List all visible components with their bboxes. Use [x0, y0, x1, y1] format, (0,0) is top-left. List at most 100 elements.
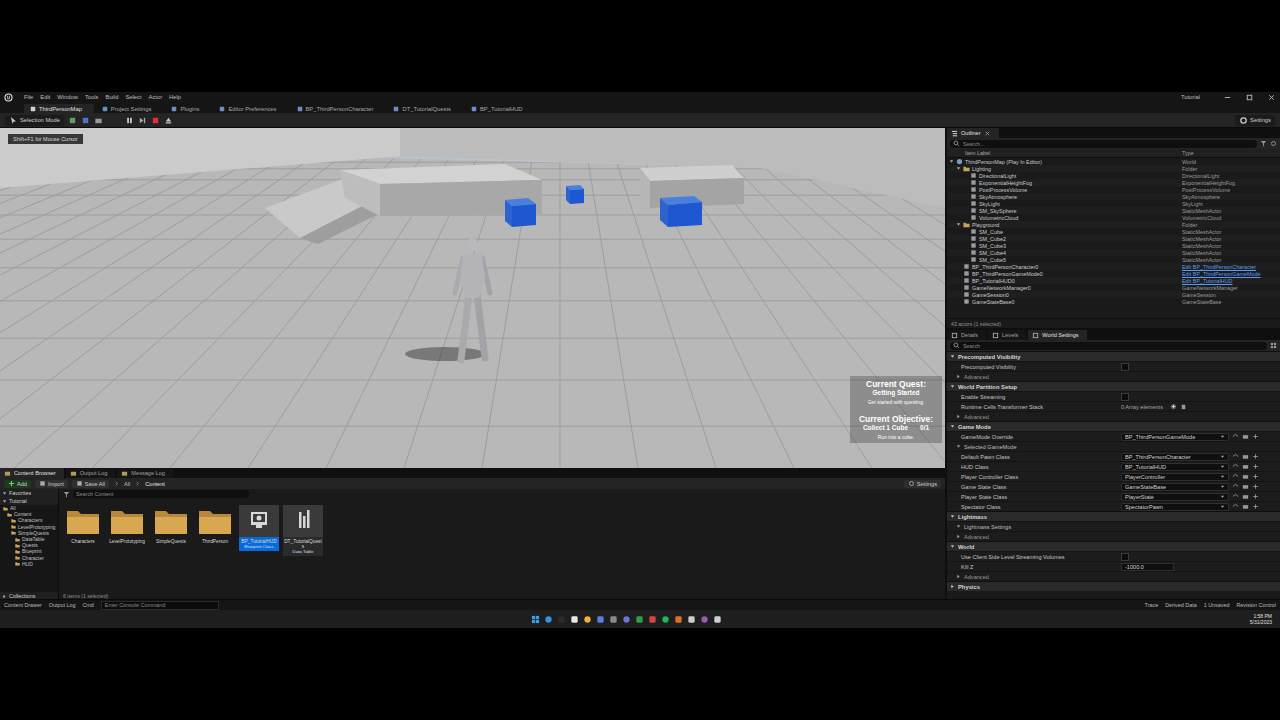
add-icon[interactable] — [1252, 493, 1259, 500]
menu-item[interactable]: Build — [106, 94, 119, 100]
content-button[interactable]: Add — [4, 480, 31, 488]
class-dropdown[interactable]: GameStateBase — [1121, 483, 1229, 491]
browse-icon[interactable] — [1232, 453, 1239, 460]
outliner-row[interactable]: SM_SkySphereStaticMeshActor — [947, 207, 1280, 214]
folder-tree-item[interactable]: Quests — [0, 542, 58, 548]
bottom-tab[interactable]: Output Log — [66, 468, 116, 478]
add-icon[interactable] — [1252, 453, 1259, 460]
checkbox[interactable] — [1121, 553, 1129, 561]
asset-tile[interactable]: LevelPrototyping — [107, 505, 147, 546]
expand-arrow-icon[interactable] — [950, 584, 955, 589]
details-section-header[interactable]: Game Mode — [947, 421, 1280, 431]
property-group[interactable]: Advanced — [947, 414, 989, 420]
app-icon[interactable] — [661, 615, 670, 624]
app-icon[interactable] — [635, 615, 644, 624]
details-section-header[interactable]: World Partition Setup — [947, 381, 1280, 391]
status-button[interactable]: Trace — [1145, 602, 1159, 608]
class-dropdown[interactable]: SpectatorPawn — [1121, 503, 1229, 511]
expand-arrow-icon[interactable] — [950, 514, 955, 519]
expand-arrow-icon[interactable] — [956, 534, 961, 539]
property-group[interactable]: Advanced — [947, 534, 989, 540]
app-icon[interactable] — [557, 615, 566, 624]
class-dropdown[interactable]: BP_ThirdPersonGameMode — [1121, 433, 1229, 441]
outliner-row[interactable]: DirectionalLightDirectionalLight — [947, 172, 1280, 179]
folder-tree-item[interactable]: Characters — [0, 517, 58, 523]
outliner-row[interactable]: GameSession0GameSession — [947, 291, 1280, 298]
expand-arrow-icon[interactable] — [950, 424, 955, 429]
folder-icon[interactable] — [1242, 483, 1249, 490]
outliner-row[interactable]: BP_TutorialHUD0Edit BP_TutorialHUD — [947, 277, 1280, 284]
status-button[interactable]: 1 Unsaved — [1204, 602, 1230, 608]
close-icon[interactable] — [1267, 93, 1276, 102]
browse-icon[interactable] — [1232, 503, 1239, 510]
number-field[interactable]: -1000.0 — [1121, 563, 1174, 571]
status-button[interactable]: Cmd — [82, 602, 93, 608]
expand-arrow-icon[interactable] — [950, 384, 955, 389]
class-dropdown[interactable]: PlayerState — [1121, 493, 1229, 501]
blueprint-icon[interactable] — [81, 116, 90, 125]
expand-arrow-icon[interactable] — [956, 374, 961, 379]
browse-icon[interactable] — [1232, 493, 1239, 500]
folder-icon[interactable] — [1242, 433, 1249, 440]
menu-item[interactable]: File — [24, 94, 33, 100]
folder-icon[interactable] — [1242, 473, 1249, 480]
bottom-tab[interactable]: Content Browser — [0, 468, 64, 478]
bottom-tab[interactable]: Message Log — [117, 468, 173, 478]
selection-mode-button[interactable]: Selection Mode — [5, 115, 64, 126]
outliner-row[interactable]: SM_Cube2StaticMeshActor — [947, 235, 1280, 242]
outliner-row[interactable]: SkyLightSkyLight — [947, 200, 1280, 207]
document-tab[interactable]: BP_TutorialHUD — [465, 104, 535, 113]
outliner-row[interactable]: GameNetworkManager0GameNetworkManager — [947, 284, 1280, 291]
details-section-header[interactable]: Lightmass — [947, 511, 1280, 521]
sidebar-section[interactable]: Tutorial — [0, 497, 58, 505]
details-section-header[interactable]: Physics — [947, 581, 1280, 591]
app-icon[interactable] — [570, 615, 579, 624]
browse-icon[interactable] — [1232, 483, 1239, 490]
column-header[interactable]: Type — [1182, 150, 1280, 156]
folder-tree-item[interactable]: All — [0, 505, 58, 511]
sidebar-section[interactable]: Favorites — [0, 489, 58, 497]
expand-arrow-icon[interactable] — [950, 354, 955, 359]
add-icon[interactable] — [1252, 483, 1259, 490]
outliner-row[interactable]: LightingFolder — [947, 165, 1280, 172]
console-input[interactable]: Enter Console Command — [101, 601, 219, 610]
add-icon[interactable] — [1252, 503, 1259, 510]
settings-icon[interactable] — [1270, 140, 1277, 147]
add-icon[interactable] — [1252, 463, 1259, 470]
windows-start-icon[interactable] — [531, 615, 540, 624]
settings-button[interactable]: Settings — [1235, 115, 1275, 126]
expand-arrow-icon[interactable] — [949, 159, 954, 164]
property-group[interactable]: Advanced — [947, 574, 989, 580]
folder-tree-item[interactable]: Content — [0, 511, 58, 517]
add-icon[interactable] — [1252, 433, 1259, 440]
asset-tile[interactable]: BP_TutorialHUDBlueprint Class — [239, 505, 279, 551]
breadcrumb[interactable]: Content — [145, 481, 165, 487]
class-dropdown[interactable]: BP_TutorialHUD — [1121, 463, 1229, 471]
app-icon[interactable] — [622, 615, 631, 624]
folder-icon[interactable] — [1242, 503, 1249, 510]
status-button[interactable]: Revision Control — [1236, 602, 1276, 608]
menu-item[interactable]: Help — [169, 94, 181, 100]
cinematics-icon[interactable] — [94, 116, 103, 125]
asset-tile[interactable]: ThirdPerson — [195, 505, 235, 546]
menu-item[interactable]: Actor — [149, 94, 163, 100]
folder-tree-item[interactable]: Blueprint — [0, 548, 58, 554]
asset-tile[interactable]: Characters — [63, 505, 103, 546]
outliner-tab[interactable]: Outliner — [947, 128, 999, 138]
folder-tree-item[interactable]: LevelPrototyping — [0, 524, 58, 530]
details-search[interactable]: Search — [950, 342, 1267, 350]
app-icon[interactable] — [674, 615, 683, 624]
maximize-icon[interactable] — [1245, 93, 1254, 102]
details-tab[interactable]: World Settings — [1028, 330, 1086, 340]
expand-arrow-icon[interactable] — [956, 574, 961, 579]
browse-icon[interactable] — [1232, 473, 1239, 480]
eject-icon[interactable] — [164, 116, 173, 125]
grid-view-icon[interactable] — [1270, 342, 1277, 349]
browse-icon[interactable] — [1232, 433, 1239, 440]
outliner-row[interactable]: VolumetricCloudVolumetricCloud — [947, 214, 1280, 221]
menu-item[interactable]: Window — [57, 94, 78, 100]
outliner-row[interactable]: ThirdPersonMap (Play In Editor)World — [947, 158, 1280, 165]
unreal-logo-icon[interactable] — [4, 93, 13, 102]
app-icon[interactable] — [609, 615, 618, 624]
app-icon[interactable] — [713, 615, 722, 624]
